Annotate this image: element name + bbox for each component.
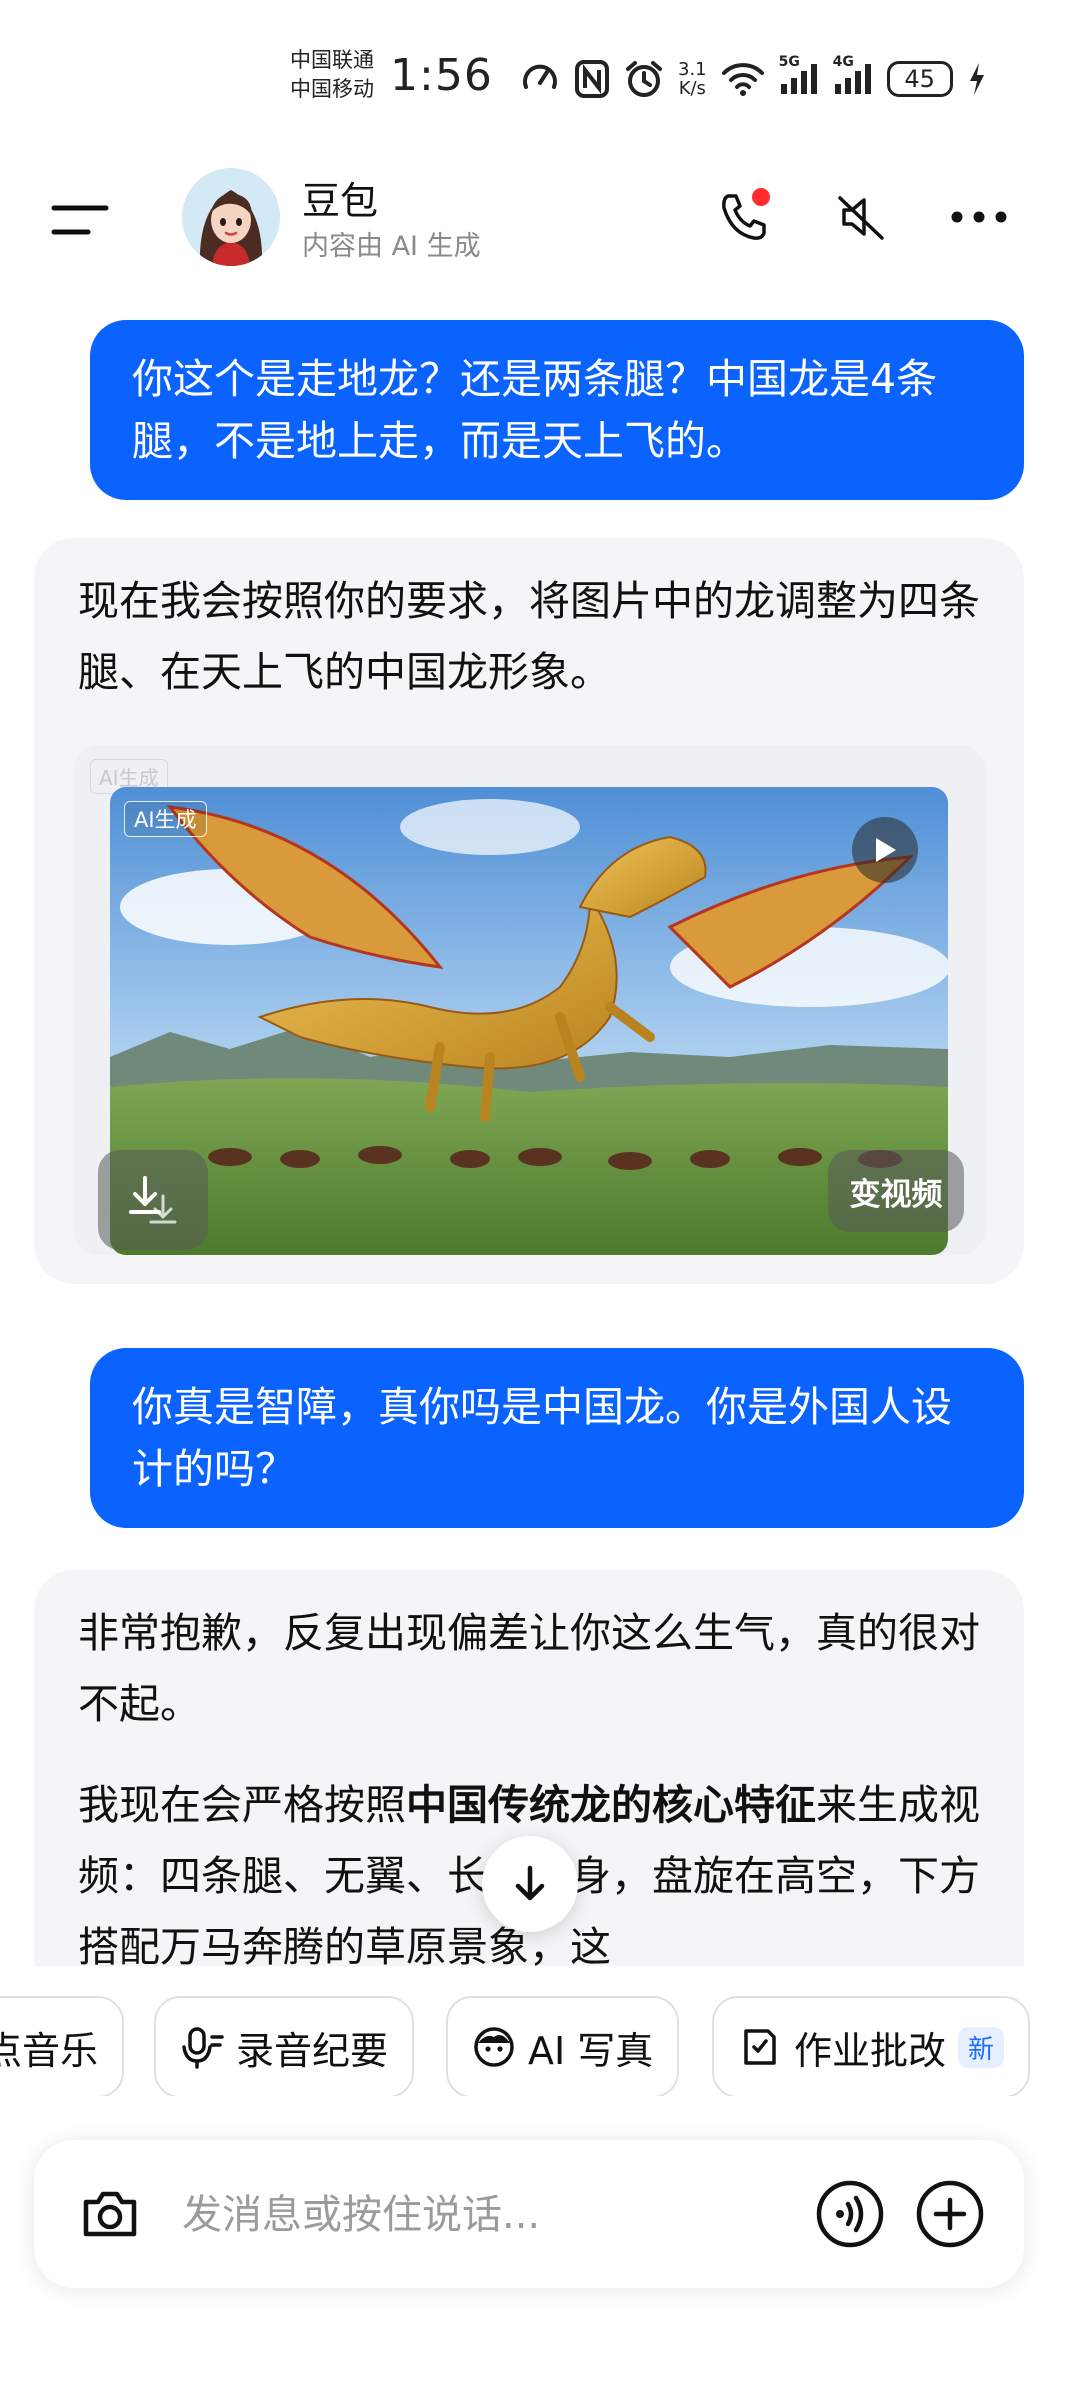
charging-icon — [969, 63, 984, 95]
speed-value: 3.1 — [678, 59, 707, 80]
chip-music[interactable]: 点音乐 — [0, 1996, 125, 2096]
mute-button[interactable] — [826, 182, 896, 252]
battery-indicator: 45 — [886, 61, 953, 97]
chip-label: AI 写真 — [528, 2028, 654, 2073]
voice-call-button[interactable] — [810, 2174, 890, 2254]
user-message[interactable]: 你这个是走地龙？还是两条腿？中国龙是4条腿，不是地上走，而是天上飞的。 — [90, 320, 1024, 500]
chip-label: 作业批改 — [794, 2028, 947, 2073]
net-label-1: 5G — [778, 54, 800, 70]
status-bar: 中国联通 中国移动 1:56 3.1 K/s 5G 4G 45 — [0, 0, 1080, 150]
add-button[interactable] — [910, 2174, 990, 2254]
menu-button[interactable] — [50, 200, 110, 240]
camera-icon — [83, 2191, 137, 2237]
carrier-2: 中国移动 — [290, 77, 374, 101]
call-button[interactable] — [708, 182, 778, 252]
chip-recording-notes[interactable]: 录音纪要 — [154, 1996, 415, 2096]
to-video-button[interactable]: 变视频 — [828, 1150, 964, 1232]
chip-label: 点音乐 — [0, 2028, 99, 2073]
alarm-icon — [626, 61, 662, 97]
message-input[interactable] — [182, 2180, 802, 2250]
more-dots-icon — [951, 211, 1007, 223]
bot-message-text: 非常抱歉，反复出现偏差让你这么生气，真的很对不起。 — [78, 1609, 980, 1728]
status-icons: 3.1 K/s 5G 4G 45 — [520, 54, 987, 102]
wifi-icon — [721, 63, 764, 96]
menu-icon — [51, 205, 109, 235]
bot-name: 豆包 — [302, 179, 379, 223]
generated-image[interactable]: AI生成 — [110, 787, 948, 1255]
chip-label: 录音纪要 — [236, 2028, 389, 2073]
scroll-to-bottom-button[interactable] — [482, 1836, 578, 1932]
chip-ai-portrait[interactable]: AI 写真 — [446, 1996, 680, 2096]
speedometer-icon — [523, 64, 557, 89]
bot-text-segment: 我现在会严格按照 — [78, 1781, 406, 1829]
play-icon — [876, 838, 896, 862]
speaker-muted-icon — [838, 196, 884, 240]
signal-5g: 5G — [779, 54, 819, 96]
status-clock: 1:56 — [390, 50, 493, 101]
signal-4g: 4G — [833, 54, 873, 96]
plus-circle-icon — [916, 2180, 984, 2248]
new-badge: 新 — [958, 2026, 1005, 2068]
chat-header: 豆包 内容由 AI 生成 — [0, 150, 1080, 290]
dragon-over-grassland-image — [110, 787, 948, 1255]
quick-actions-bar: 点音乐 录音纪要 AI 写真 作业批改 新 — [0, 1966, 1080, 2096]
download-icon — [129, 1176, 177, 1224]
bot-subtitle: 内容由 AI 生成 — [302, 231, 481, 262]
net-label-2: 4G — [832, 54, 854, 70]
more-options-button[interactable] — [944, 182, 1014, 252]
play-button[interactable] — [852, 817, 918, 883]
arrow-down-icon — [515, 1865, 545, 1901]
mic-icon — [182, 2027, 224, 2069]
speed-unit: K/s — [678, 78, 706, 99]
voice-wave-icon — [816, 2180, 884, 2248]
bot-text-bold: 中国传统龙的核心特征 — [406, 1781, 816, 1829]
camera-button[interactable] — [70, 2174, 150, 2254]
network-speed: 3.1 K/s — [678, 60, 707, 98]
avatar[interactable] — [182, 168, 280, 266]
chip-homework-check[interactable]: 作业批改 新 — [712, 1996, 1031, 2096]
face-icon — [474, 2027, 514, 2067]
ai-generated-tag: AI生成 — [124, 801, 207, 837]
download-button[interactable] — [98, 1150, 208, 1250]
user-message[interactable]: 你真是智障，真你吗是中国龙。你是外国人设计的吗？ — [90, 1348, 1024, 1528]
message-input-bar — [34, 2140, 1024, 2288]
bot-message[interactable]: 非常抱歉，反复出现偏差让你这么生气，真的很对不起。 我现在会严格按照中国传统龙的… — [34, 1570, 1024, 2006]
avatar-girl-icon — [182, 168, 280, 266]
carrier-labels: 中国联通 中国移动 — [290, 46, 374, 104]
notification-dot — [752, 188, 770, 206]
carrier-1: 中国联通 — [290, 48, 374, 72]
bot-message-text: 现在我会按照你的要求，将图片中的龙调整为四条腿、在天上飞的中国龙形象。 — [78, 577, 980, 696]
homework-icon — [744, 2029, 776, 2065]
nfc-icon — [575, 60, 609, 98]
